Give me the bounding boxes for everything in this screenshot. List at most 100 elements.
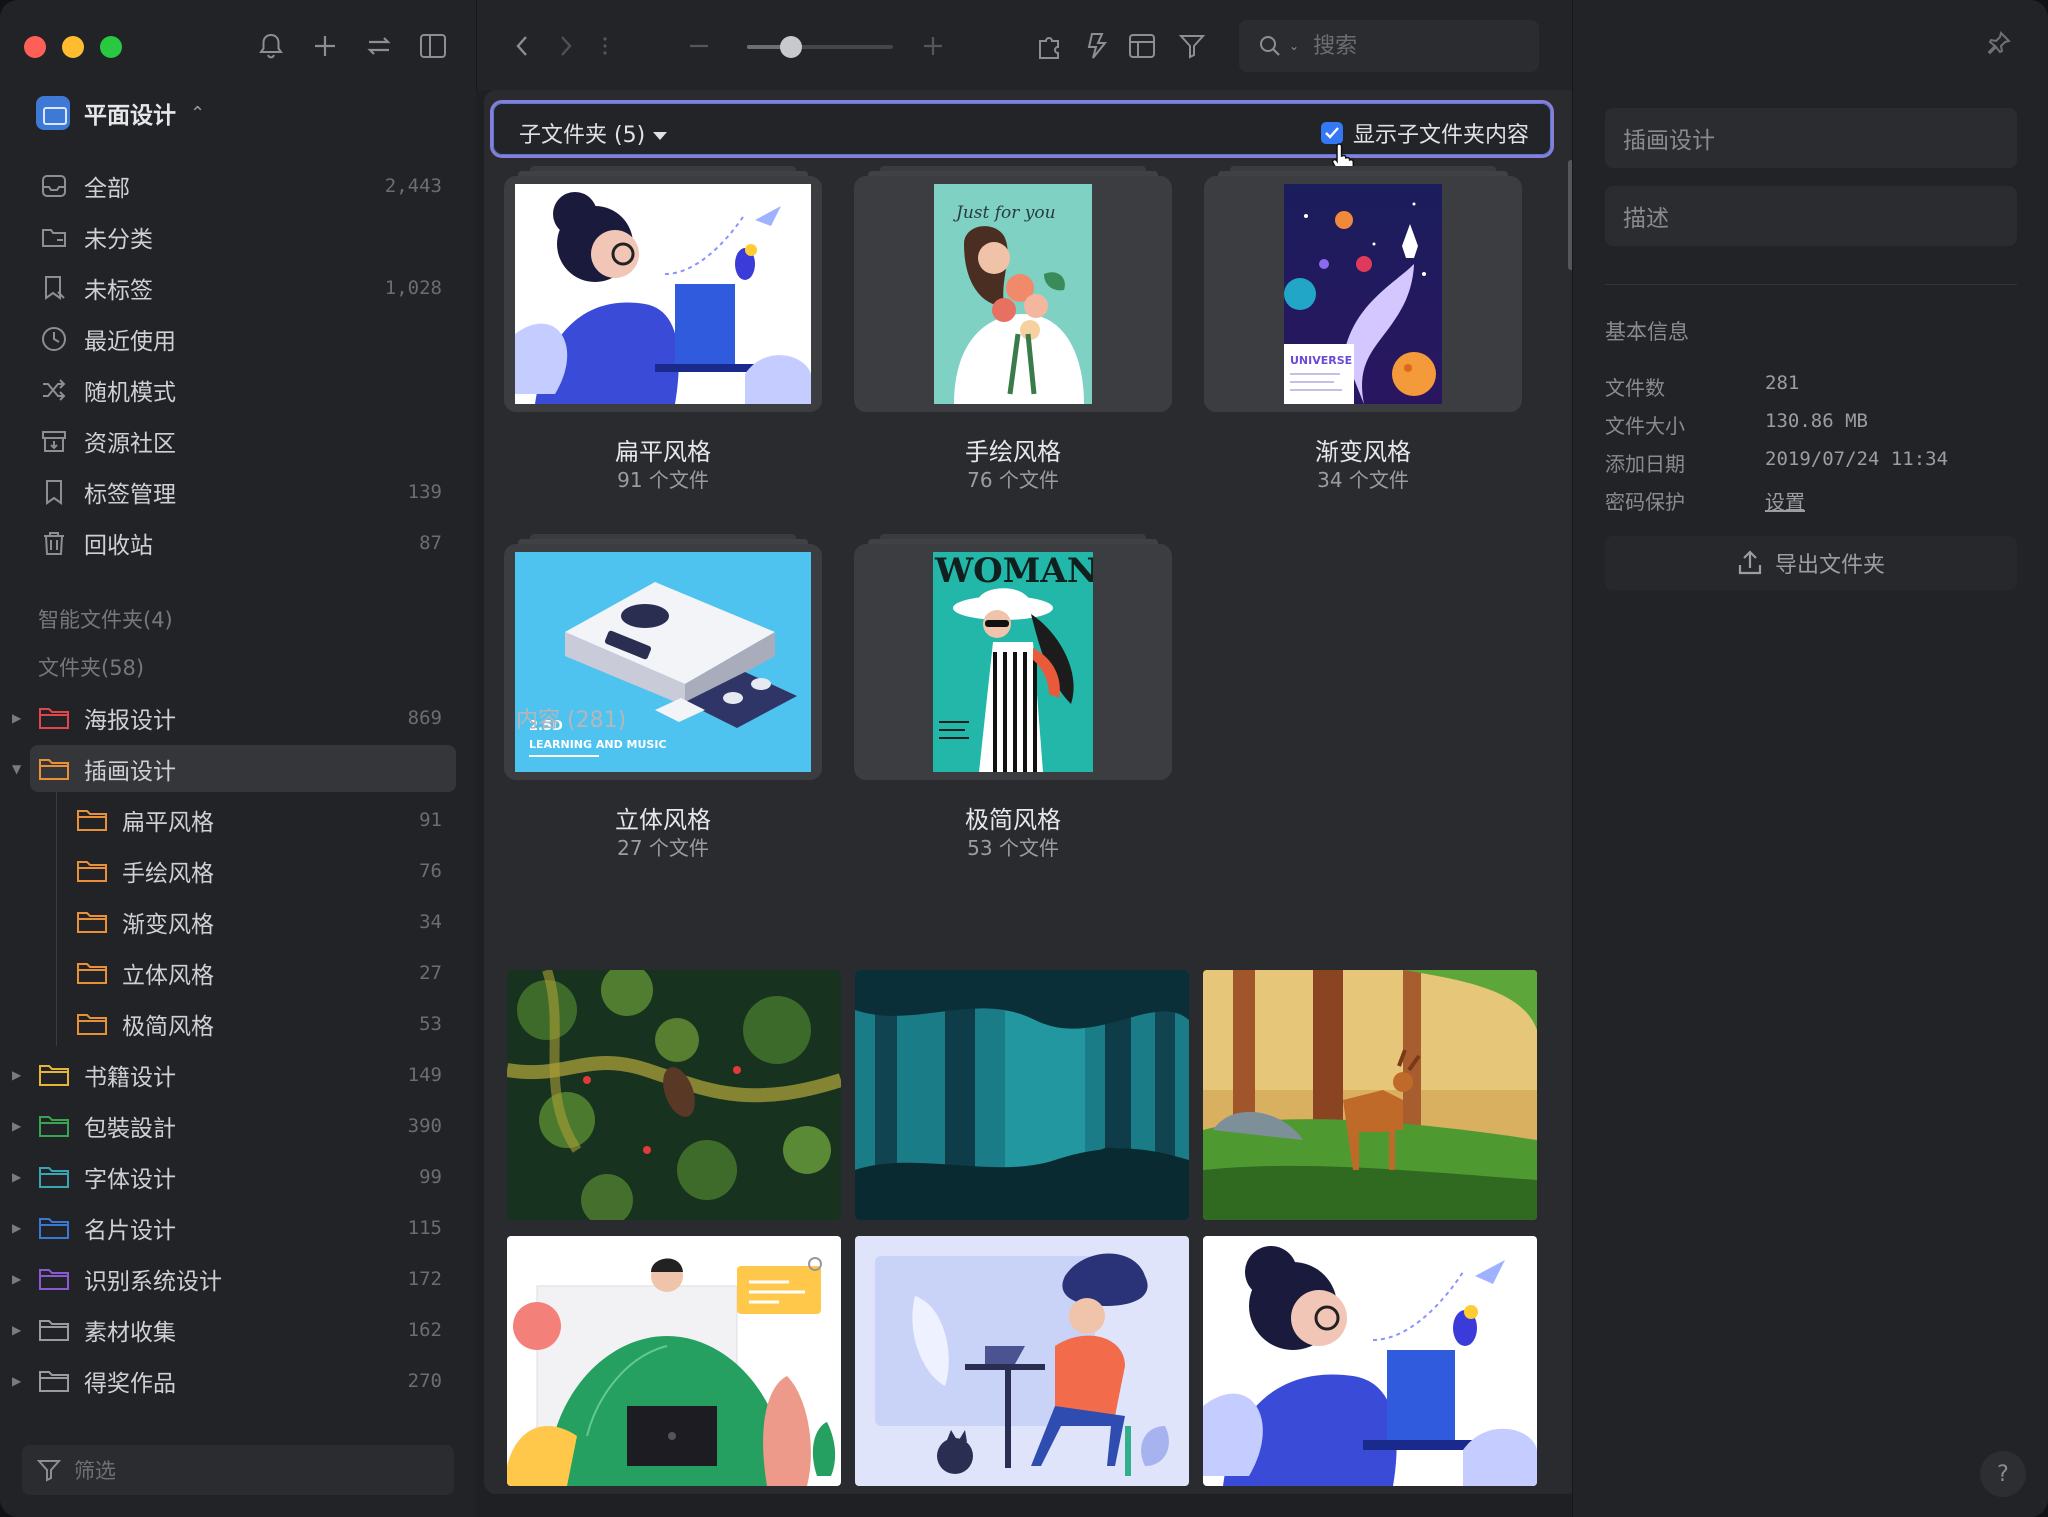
disclosure-closed-icon[interactable]: ▶ bbox=[12, 711, 21, 725]
folders-heading[interactable]: 文件夹(58) bbox=[38, 652, 144, 682]
subfolder-count: 27 个文件 bbox=[617, 836, 709, 860]
folder-icon bbox=[38, 705, 70, 731]
folder-item[interactable]: ▶ 海报设计 869 bbox=[0, 692, 476, 743]
folder-item[interactable]: 极简风格 53 bbox=[0, 998, 476, 1049]
info-value: 130.86 MB bbox=[1765, 410, 1868, 432]
sidebar-item-count: 1,028 bbox=[384, 276, 442, 299]
info-row: 文件数 281 bbox=[1605, 372, 2025, 401]
folder-item[interactable]: ▶ 名片设计 115 bbox=[0, 1202, 476, 1253]
folder-label: 海报设计 bbox=[84, 707, 176, 734]
sidebar-item[interactable]: 全部 2,443 bbox=[0, 160, 476, 211]
folder-item[interactable]: ▶ 素材收集 162 bbox=[0, 1304, 476, 1355]
info-value: 281 bbox=[1765, 372, 1800, 394]
sidebar-toggle-icon[interactable] bbox=[418, 28, 448, 64]
sidebar-item[interactable]: 资源社区 bbox=[0, 415, 476, 466]
sidebar-item-label: 未标签 bbox=[84, 277, 153, 304]
disclosure-closed-icon[interactable]: ▶ bbox=[12, 1323, 21, 1337]
folder-label: 得奖作品 bbox=[84, 1370, 176, 1397]
sidebar-item[interactable]: 最近使用 bbox=[0, 313, 476, 364]
sidebar-item[interactable]: 回收站 87 bbox=[0, 517, 476, 568]
disclosure-closed-icon[interactable]: ▶ bbox=[12, 1170, 21, 1184]
back-icon[interactable] bbox=[507, 28, 537, 64]
folder-item[interactable]: 扁平风格 91 bbox=[0, 794, 476, 845]
content-thumbnail[interactable] bbox=[855, 970, 1189, 1220]
plus-icon[interactable] bbox=[310, 28, 340, 64]
extensions-icon[interactable] bbox=[1033, 28, 1067, 64]
disclosure-closed-icon[interactable]: ▶ bbox=[12, 1221, 21, 1235]
content-thumbnail[interactable] bbox=[1203, 970, 1537, 1220]
folder-name-input[interactable]: 插画设计 bbox=[1605, 108, 2017, 168]
library-switcher[interactable]: 平面设计 ⌃ bbox=[36, 96, 205, 130]
zoom-slider[interactable] bbox=[747, 36, 893, 58]
main-toolbar: ⌄ bbox=[476, 0, 1572, 90]
inspector-panel: 插画设计 描述 基本信息 文件数 281 文件大小 130.86 MB 添加日期 2019… bbox=[1572, 0, 2048, 1517]
folder-panel: 子文件夹 (5) 显示子文件夹内容 扁平风格 91 个文件 Just for y… bbox=[484, 90, 1572, 1494]
checkbox-checked[interactable] bbox=[1320, 122, 1343, 144]
folder-item[interactable]: ▶ 识别系统设计 172 bbox=[0, 1253, 476, 1304]
set-password-link[interactable]: 设置 bbox=[1765, 486, 1805, 515]
disclosure-open-icon[interactable]: ▼ bbox=[12, 762, 21, 776]
folder-item[interactable]: ▶ 书籍设计 149 bbox=[0, 1049, 476, 1100]
content-thumbnail[interactable] bbox=[507, 970, 841, 1220]
forward-icon[interactable] bbox=[551, 28, 581, 64]
help-button[interactable]: ? bbox=[1980, 1451, 2026, 1497]
sidebar-item[interactable]: 未标签 1,028 bbox=[0, 262, 476, 313]
subfolder-count: 91 个文件 bbox=[617, 468, 709, 492]
sidebar: 平面设计 ⌃ 全部 2,443 未分类未标签 1,028 最近使用 随机模式资源社区标签管… bbox=[0, 0, 476, 1517]
sidebar-item-label: 资源社区 bbox=[84, 430, 176, 457]
folder-count: 390 bbox=[407, 1114, 442, 1137]
folder-item[interactable]: ▼ 插画设计 bbox=[0, 743, 476, 794]
folder-label: 素材收集 bbox=[84, 1319, 176, 1346]
chevron-down-icon[interactable]: ⌄ bbox=[1289, 39, 1299, 53]
folder-item[interactable]: ▶ 得奖作品 270 bbox=[0, 1355, 476, 1406]
action-icon[interactable] bbox=[1081, 28, 1111, 64]
folder-icon bbox=[76, 807, 108, 833]
search-icon bbox=[1260, 36, 1280, 56]
subfolder-dropdown[interactable]: 子文件夹 (5) bbox=[519, 117, 668, 149]
search-field[interactable]: ⌄ bbox=[1239, 20, 1539, 72]
filter-placeholder: 筛选 bbox=[74, 1459, 116, 1483]
smart-folders-heading[interactable]: 智能文件夹(4) bbox=[38, 604, 173, 634]
content-thumbnail[interactable] bbox=[855, 1236, 1189, 1486]
zoom-out-icon[interactable] bbox=[687, 28, 711, 64]
folder-item[interactable]: ▶ 包裝設計 390 bbox=[0, 1100, 476, 1151]
filter-input[interactable]: 筛选 bbox=[22, 1445, 454, 1495]
folder-item[interactable]: 立体风格 27 bbox=[0, 947, 476, 998]
layout-icon[interactable] bbox=[1127, 28, 1157, 64]
zoom-window-button[interactable] bbox=[100, 36, 122, 58]
sidebar-item-label: 未分类 bbox=[84, 226, 153, 253]
zoom-slider-knob[interactable] bbox=[779, 36, 802, 58]
folder-item[interactable]: 渐变风格 34 bbox=[0, 896, 476, 947]
disclosure-closed-icon[interactable]: ▶ bbox=[12, 1272, 21, 1286]
folder-count: 115 bbox=[407, 1216, 442, 1239]
sidebar-item[interactable]: 未分类 bbox=[0, 211, 476, 262]
disclosure-closed-icon[interactable]: ▶ bbox=[12, 1374, 21, 1388]
search-input[interactable] bbox=[1313, 33, 1514, 59]
sidebar-item[interactable]: 随机模式 bbox=[0, 364, 476, 415]
content-thumbnail[interactable] bbox=[507, 1236, 841, 1486]
close-window-button[interactable] bbox=[24, 36, 46, 58]
folder-count: 162 bbox=[407, 1318, 442, 1341]
sync-icon[interactable] bbox=[364, 28, 394, 64]
sidebar-item-count: 2,443 bbox=[384, 174, 442, 197]
trash-icon bbox=[40, 529, 68, 557]
zoom-in-icon[interactable] bbox=[921, 28, 945, 64]
disclosure-closed-icon[interactable]: ▶ bbox=[12, 1068, 21, 1082]
more-vertical-icon[interactable] bbox=[595, 28, 615, 64]
export-folder-button[interactable]: 导出文件夹 bbox=[1605, 536, 2017, 590]
folder-icon bbox=[38, 1215, 70, 1241]
folder-icon bbox=[38, 1062, 70, 1088]
disclosure-closed-icon[interactable]: ▶ bbox=[12, 1119, 21, 1133]
pin-icon[interactable] bbox=[1986, 30, 2012, 56]
subfolder-thumbnail bbox=[504, 176, 822, 412]
funnel-icon[interactable] bbox=[1177, 28, 1207, 64]
content-thumbnail[interactable] bbox=[1203, 1236, 1537, 1486]
chevron-updown-icon: ⌃ bbox=[190, 102, 206, 124]
sidebar-item[interactable]: 标签管理 139 bbox=[0, 466, 476, 517]
minimize-window-button[interactable] bbox=[62, 36, 84, 58]
description-input[interactable]: 描述 bbox=[1605, 186, 2017, 246]
folder-item[interactable]: ▶ 字体设计 99 bbox=[0, 1151, 476, 1202]
folder-icon bbox=[38, 756, 70, 782]
bell-icon[interactable] bbox=[256, 28, 286, 64]
folder-item[interactable]: 手绘风格 76 bbox=[0, 845, 476, 896]
